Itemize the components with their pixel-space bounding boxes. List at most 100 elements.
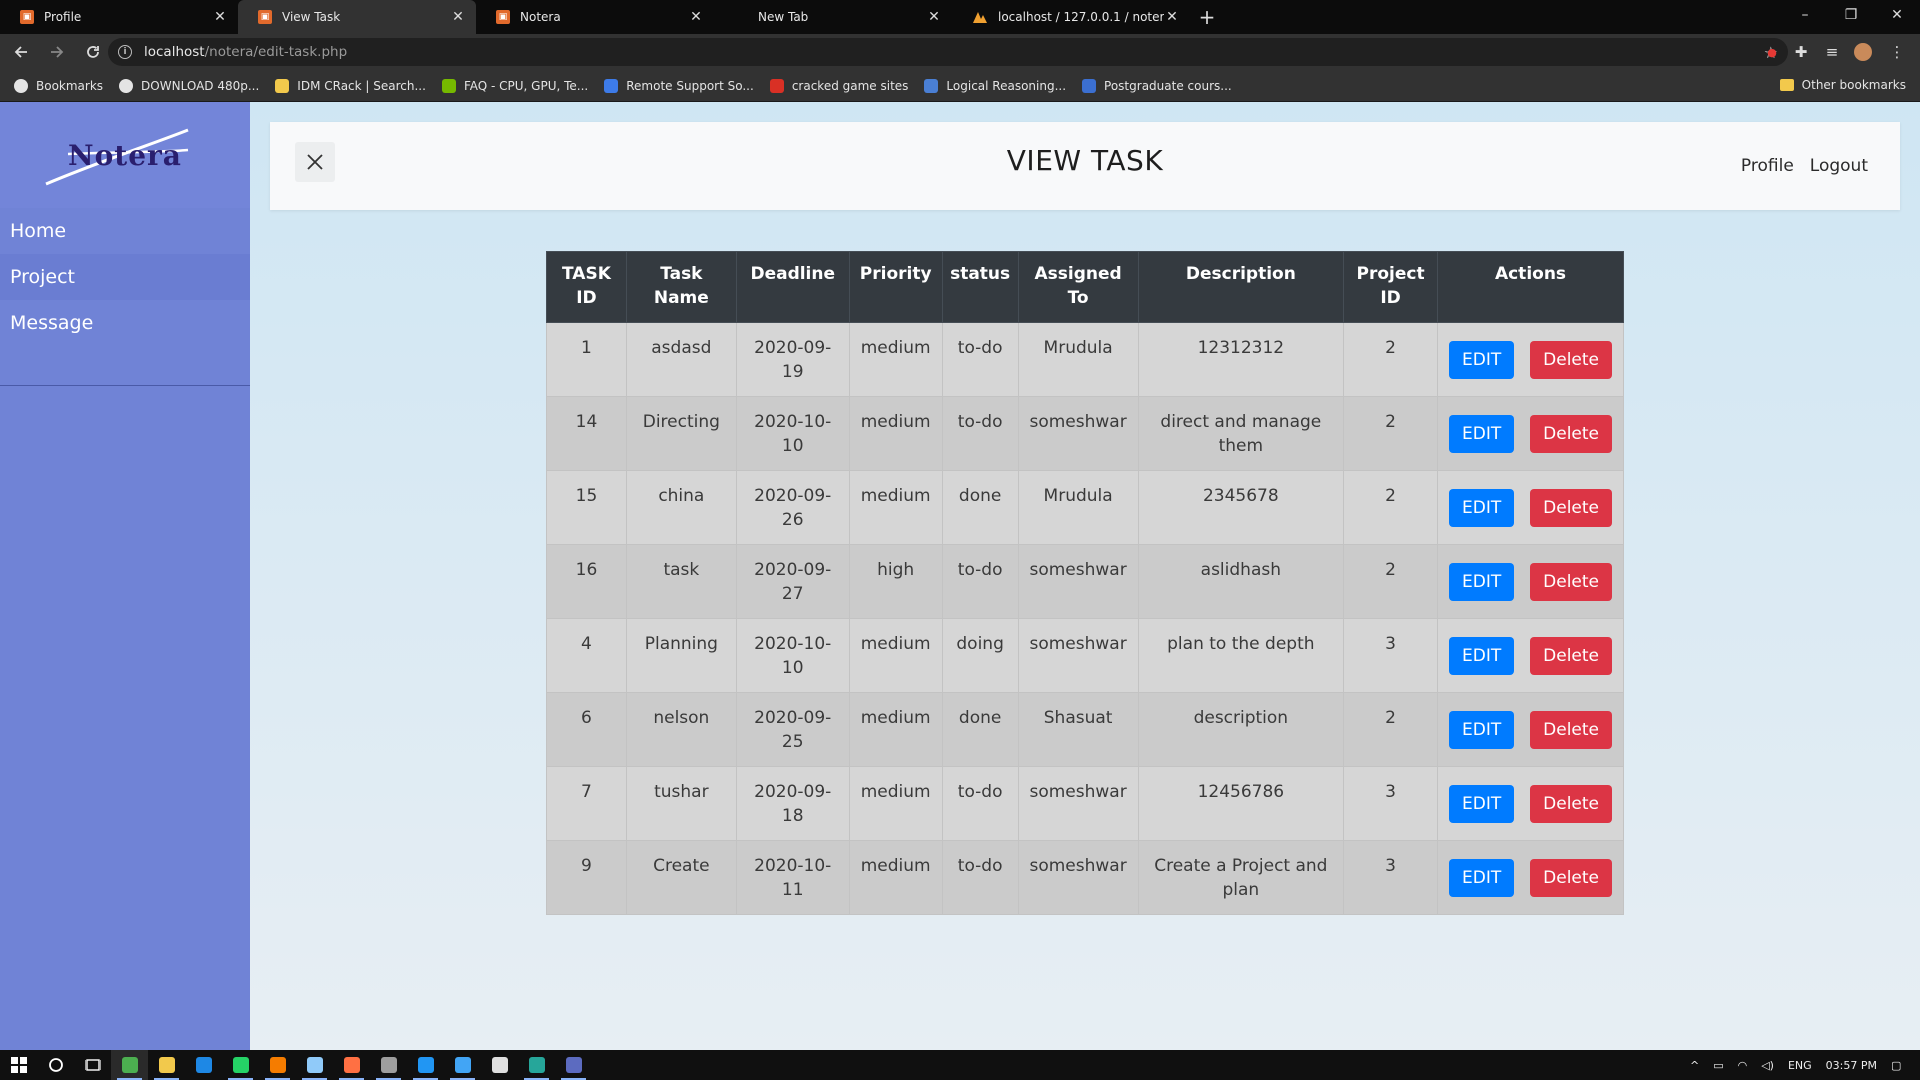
task-view-button[interactable] bbox=[74, 1050, 111, 1080]
browser-tab[interactable]: ▣ View Task ✕ bbox=[238, 0, 476, 34]
task-name-cell: tushar bbox=[625, 766, 737, 841]
tab-title: View Task bbox=[282, 10, 341, 24]
photos-icon bbox=[454, 1057, 471, 1073]
project-id-cell: 2 bbox=[1343, 692, 1439, 767]
tray-chevron-icon[interactable]: ^ bbox=[1690, 1059, 1699, 1072]
edit-task-button[interactable]: EDIT bbox=[1449, 488, 1515, 527]
blank-favicon bbox=[734, 10, 748, 24]
forward-button[interactable] bbox=[42, 37, 72, 67]
extension-adblock-icon[interactable]: ● bbox=[1762, 42, 1782, 62]
restore-button[interactable]: ❐ bbox=[1828, 0, 1874, 30]
terminal-taskbar-button[interactable] bbox=[370, 1050, 407, 1080]
bookmark-item[interactable]: Bookmarks bbox=[14, 78, 103, 93]
bookmark-item[interactable]: Logical Reasoning... bbox=[924, 78, 1066, 93]
deadline-cell: 2020-09- 19 bbox=[735, 322, 850, 397]
close-window-button[interactable]: ✕ bbox=[1874, 0, 1920, 30]
profile-avatar[interactable] bbox=[1853, 42, 1873, 62]
media-queue-icon[interactable]: ≡ bbox=[1822, 42, 1842, 62]
edit-task-button[interactable]: EDIT bbox=[1449, 340, 1515, 379]
back-button[interactable] bbox=[6, 37, 36, 67]
tab-close-icon[interactable]: ✕ bbox=[212, 9, 228, 25]
delete-task-button[interactable]: Delete bbox=[1530, 858, 1612, 897]
start-button[interactable] bbox=[0, 1050, 37, 1080]
delete-task-button[interactable]: Delete bbox=[1530, 710, 1612, 749]
deadline-cell: 2020-10-10 bbox=[735, 396, 850, 471]
bookmark-item[interactable]: cracked game sites bbox=[769, 78, 908, 93]
new-tab-button[interactable]: + bbox=[1190, 0, 1224, 34]
browser-tab[interactable]: ▣ Profile ✕ bbox=[0, 0, 238, 34]
url-text[interactable]: localhost/notera/edit-task.php bbox=[144, 44, 347, 60]
bookmark-item[interactable]: Postgraduate cours... bbox=[1082, 78, 1232, 93]
column-header-text: Priority bbox=[859, 264, 932, 284]
bookmark-item[interactable]: DOWNLOAD 480p... bbox=[119, 78, 259, 93]
deadline-cell-line: 26 bbox=[781, 510, 804, 530]
tab-close-icon[interactable]: ✕ bbox=[1164, 9, 1180, 25]
table-row: 7 tushar 2020-09- 18 medium to-do someshwar 124… bbox=[546, 766, 1624, 841]
logout-link[interactable]: Logout bbox=[1810, 156, 1868, 176]
delete-task-button[interactable]: Delete bbox=[1530, 488, 1612, 527]
sidebar-item-home[interactable]: Home bbox=[0, 208, 250, 254]
reload-button[interactable] bbox=[78, 37, 108, 67]
xampp-icon: ▣ bbox=[20, 10, 34, 24]
tab-close-icon[interactable]: ✕ bbox=[926, 9, 942, 25]
edit-task-button[interactable]: EDIT bbox=[1449, 562, 1515, 601]
sidebar-item-message[interactable]: Message bbox=[0, 300, 250, 346]
whatsapp-taskbar-button[interactable] bbox=[222, 1050, 259, 1080]
phone-taskbar-button[interactable] bbox=[518, 1050, 555, 1080]
delete-task-button[interactable]: Delete bbox=[1530, 562, 1612, 601]
other-bookmarks[interactable]: Other bookmarks bbox=[1779, 78, 1906, 92]
notera-logo[interactable]: Notera bbox=[0, 102, 250, 208]
table-row: 4 Planning 2020-10-10 medium doing someshwar p… bbox=[546, 618, 1624, 693]
notepad-taskbar-button[interactable] bbox=[296, 1050, 333, 1080]
notifications-icon[interactable]: ▢ bbox=[1891, 1059, 1913, 1072]
bookmark-item[interactable]: FAQ - CPU, GPU, Te... bbox=[441, 78, 588, 93]
xampp-taskbar-button[interactable] bbox=[259, 1050, 296, 1080]
mail-taskbar-button[interactable] bbox=[185, 1050, 222, 1080]
edit-task-button[interactable]: EDIT bbox=[1449, 784, 1515, 823]
sidebar: Notera Home Project Message bbox=[0, 102, 250, 1050]
task-table: TASK ID Task Name Deadline Priority status Assi… bbox=[546, 251, 1624, 915]
edit-task-button[interactable]: EDIT bbox=[1449, 414, 1515, 453]
site-info-icon[interactable]: i bbox=[118, 45, 132, 59]
profile-link[interactable]: Profile bbox=[1741, 156, 1794, 176]
browser-tab[interactable]: ▣ Notera ✕ bbox=[476, 0, 714, 34]
edit-task-button[interactable]: EDIT bbox=[1449, 636, 1515, 675]
edit-task-button[interactable]: EDIT bbox=[1449, 858, 1515, 897]
deadline-cell-line: 19 bbox=[781, 362, 804, 382]
sidebar-item-project[interactable]: Project bbox=[0, 254, 250, 300]
language-indicator[interactable]: ENG bbox=[1788, 1059, 1812, 1072]
firefox-taskbar-button[interactable] bbox=[333, 1050, 370, 1080]
menu-kebab-icon[interactable]: ⋮ bbox=[1887, 42, 1907, 62]
deadline-cell-line: 2020-09- bbox=[754, 486, 832, 506]
search-button[interactable] bbox=[37, 1050, 74, 1080]
file-explorer-taskbar-button[interactable] bbox=[148, 1050, 185, 1080]
table-body: 1 asdasd 2020-09- 19 medium to-do Mrudula 12312… bbox=[546, 322, 1624, 915]
delete-task-button[interactable]: Delete bbox=[1530, 784, 1612, 823]
edit-task-button[interactable]: EDIT bbox=[1449, 710, 1515, 749]
address-bar[interactable]: i localhost/notera/edit-task.php ☆ bbox=[108, 38, 1788, 66]
vscode-taskbar-button[interactable] bbox=[407, 1050, 444, 1080]
clock[interactable]: 03:57 PM bbox=[1826, 1059, 1877, 1072]
project-id-cell: 2 bbox=[1343, 322, 1439, 397]
delete-task-button[interactable]: Delete bbox=[1530, 340, 1612, 379]
volume-icon[interactable]: ◁) bbox=[1761, 1059, 1774, 1072]
bookmark-item[interactable]: Remote Support So... bbox=[604, 78, 754, 93]
teams-taskbar-button[interactable] bbox=[555, 1050, 592, 1080]
browser-tab[interactable]: New Tab ✕ bbox=[714, 0, 952, 34]
photos-taskbar-button[interactable] bbox=[444, 1050, 481, 1080]
column-header: Project ID bbox=[1343, 251, 1439, 323]
extensions-puzzle-icon[interactable]: ✚ bbox=[1791, 42, 1811, 62]
deadline-cell-line: 27 bbox=[781, 584, 804, 604]
actions-group: EDIT Delete bbox=[1444, 414, 1617, 453]
wifi-icon[interactable]: ◠ bbox=[1738, 1059, 1748, 1072]
bookmark-item[interactable]: IDM CRack | Search... bbox=[275, 78, 426, 93]
tab-close-icon[interactable]: ✕ bbox=[450, 9, 466, 25]
browser-tab[interactable]: localhost / 127.0.0.1 / notera / lo✕ bbox=[952, 0, 1190, 34]
settings-taskbar-button[interactable] bbox=[481, 1050, 518, 1080]
delete-task-button[interactable]: Delete bbox=[1530, 414, 1612, 453]
battery-icon[interactable]: ▭ bbox=[1713, 1059, 1723, 1072]
chrome-taskbar-button[interactable] bbox=[111, 1050, 148, 1080]
tab-close-icon[interactable]: ✕ bbox=[688, 9, 704, 25]
delete-task-button[interactable]: Delete bbox=[1530, 636, 1612, 675]
minimize-button[interactable]: – bbox=[1782, 0, 1828, 30]
